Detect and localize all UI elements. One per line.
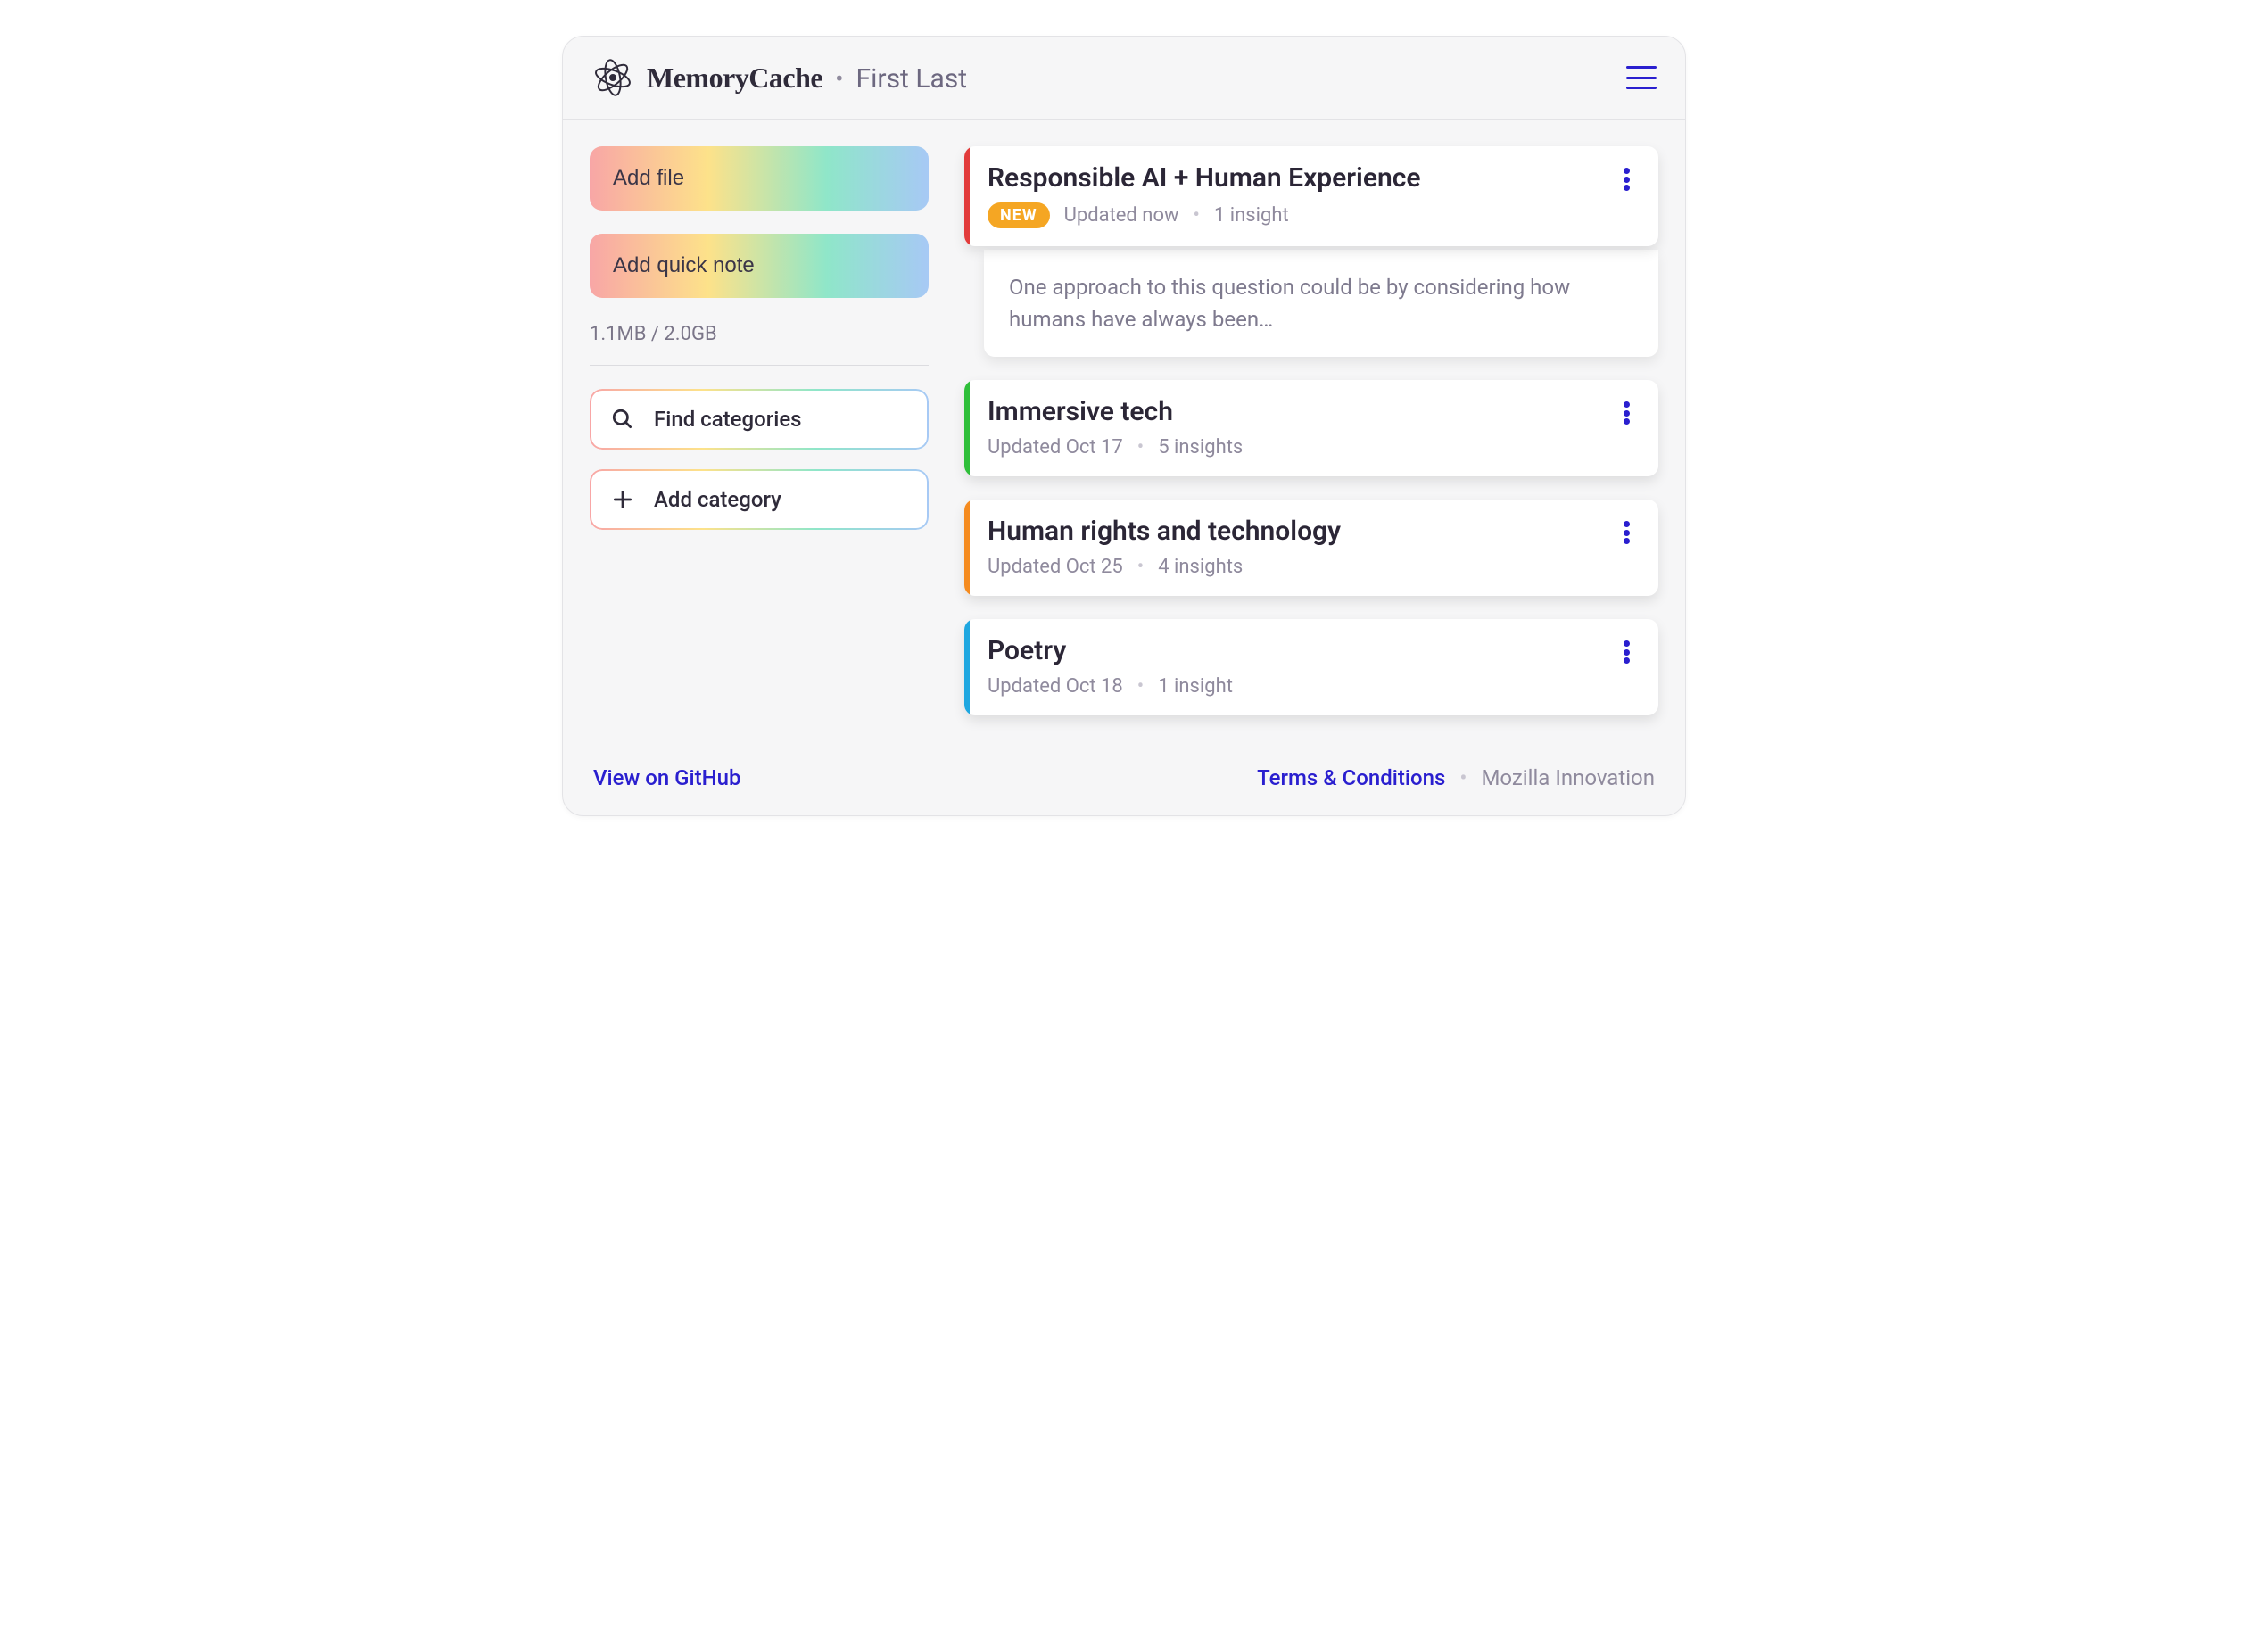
- kebab-icon[interactable]: [1614, 517, 1639, 548]
- add-quick-note-button[interactable]: Add quick note: [590, 234, 929, 298]
- card-stripe: [964, 146, 970, 246]
- add-category-label: Add category: [654, 487, 781, 512]
- card-stripe: [964, 380, 970, 476]
- body: Add file Add quick note 1.1MB / 2.0GB Fi…: [563, 120, 1685, 748]
- card-stripe: [964, 500, 970, 596]
- card-title: Human rights and technology: [988, 516, 1635, 547]
- card-stripe: [964, 619, 970, 715]
- find-categories-label: Find categories: [654, 407, 802, 432]
- card-title: Poetry: [988, 635, 1635, 666]
- card-insights: 1 insight: [1158, 675, 1233, 698]
- note-preview[interactable]: One approach to this question could be b…: [984, 250, 1658, 357]
- org-label: Mozilla Innovation: [1481, 765, 1655, 790]
- card-title: Immersive tech: [988, 396, 1635, 427]
- card-meta: Updated Oct 25 • 4 insights: [988, 556, 1635, 578]
- category-card[interactable]: Poetry Updated Oct 18 • 1 insight: [964, 619, 1658, 715]
- plus-icon: [611, 488, 634, 511]
- sidebar: Add file Add quick note 1.1MB / 2.0GB Fi…: [590, 146, 929, 739]
- user-name: First Last: [856, 63, 968, 95]
- storage-usage: 1.1MB / 2.0GB: [590, 323, 929, 345]
- kebab-icon[interactable]: [1614, 164, 1639, 194]
- add-category-button[interactable]: Add category: [590, 469, 929, 530]
- category-card[interactable]: Immersive tech Updated Oct 17 • 5 insigh…: [964, 380, 1658, 476]
- card-meta: Updated Oct 18 • 1 insight: [988, 675, 1635, 698]
- separator-dot: •: [1459, 765, 1467, 790]
- card-title: Responsible AI + Human Experience: [988, 162, 1635, 194]
- app-title: MemoryCache: [647, 62, 822, 95]
- find-categories-button[interactable]: Find categories: [590, 389, 929, 450]
- card-insights: 5 insights: [1158, 436, 1243, 458]
- card-updated: Updated now: [1064, 204, 1179, 227]
- menu-icon[interactable]: [1626, 66, 1657, 89]
- new-badge: NEW: [988, 202, 1050, 228]
- card-updated: Updated Oct 17: [988, 436, 1123, 458]
- github-link[interactable]: View on GitHub: [593, 765, 741, 790]
- kebab-icon[interactable]: [1614, 637, 1639, 667]
- card-insights: 4 insights: [1158, 556, 1243, 578]
- card-meta: Updated Oct 17 • 5 insights: [988, 436, 1635, 458]
- terms-link[interactable]: Terms & Conditions: [1257, 765, 1445, 790]
- card-updated: Updated Oct 25: [988, 556, 1123, 578]
- card-updated: Updated Oct 18: [988, 675, 1123, 698]
- add-file-button[interactable]: Add file: [590, 146, 929, 211]
- card-meta: NEW Updated now • 1 insight: [988, 202, 1635, 228]
- footer: View on GitHub Terms & Conditions • Mozi…: [563, 748, 1685, 815]
- separator-dot: •: [835, 64, 843, 94]
- divider: [590, 365, 929, 366]
- header: MemoryCache • First Last: [563, 37, 1685, 120]
- app-window: MemoryCache • First Last Add file Add qu…: [562, 36, 1686, 816]
- category-card[interactable]: Responsible AI + Human Experience NEW Up…: [964, 146, 1658, 246]
- brand: MemoryCache • First Last: [591, 56, 967, 99]
- search-icon: [611, 408, 634, 431]
- main: Responsible AI + Human Experience NEW Up…: [964, 146, 1658, 739]
- card-insights: 1 insight: [1214, 204, 1289, 227]
- category-card[interactable]: Human rights and technology Updated Oct …: [964, 500, 1658, 596]
- logo-icon: [591, 56, 634, 99]
- kebab-icon[interactable]: [1614, 398, 1639, 428]
